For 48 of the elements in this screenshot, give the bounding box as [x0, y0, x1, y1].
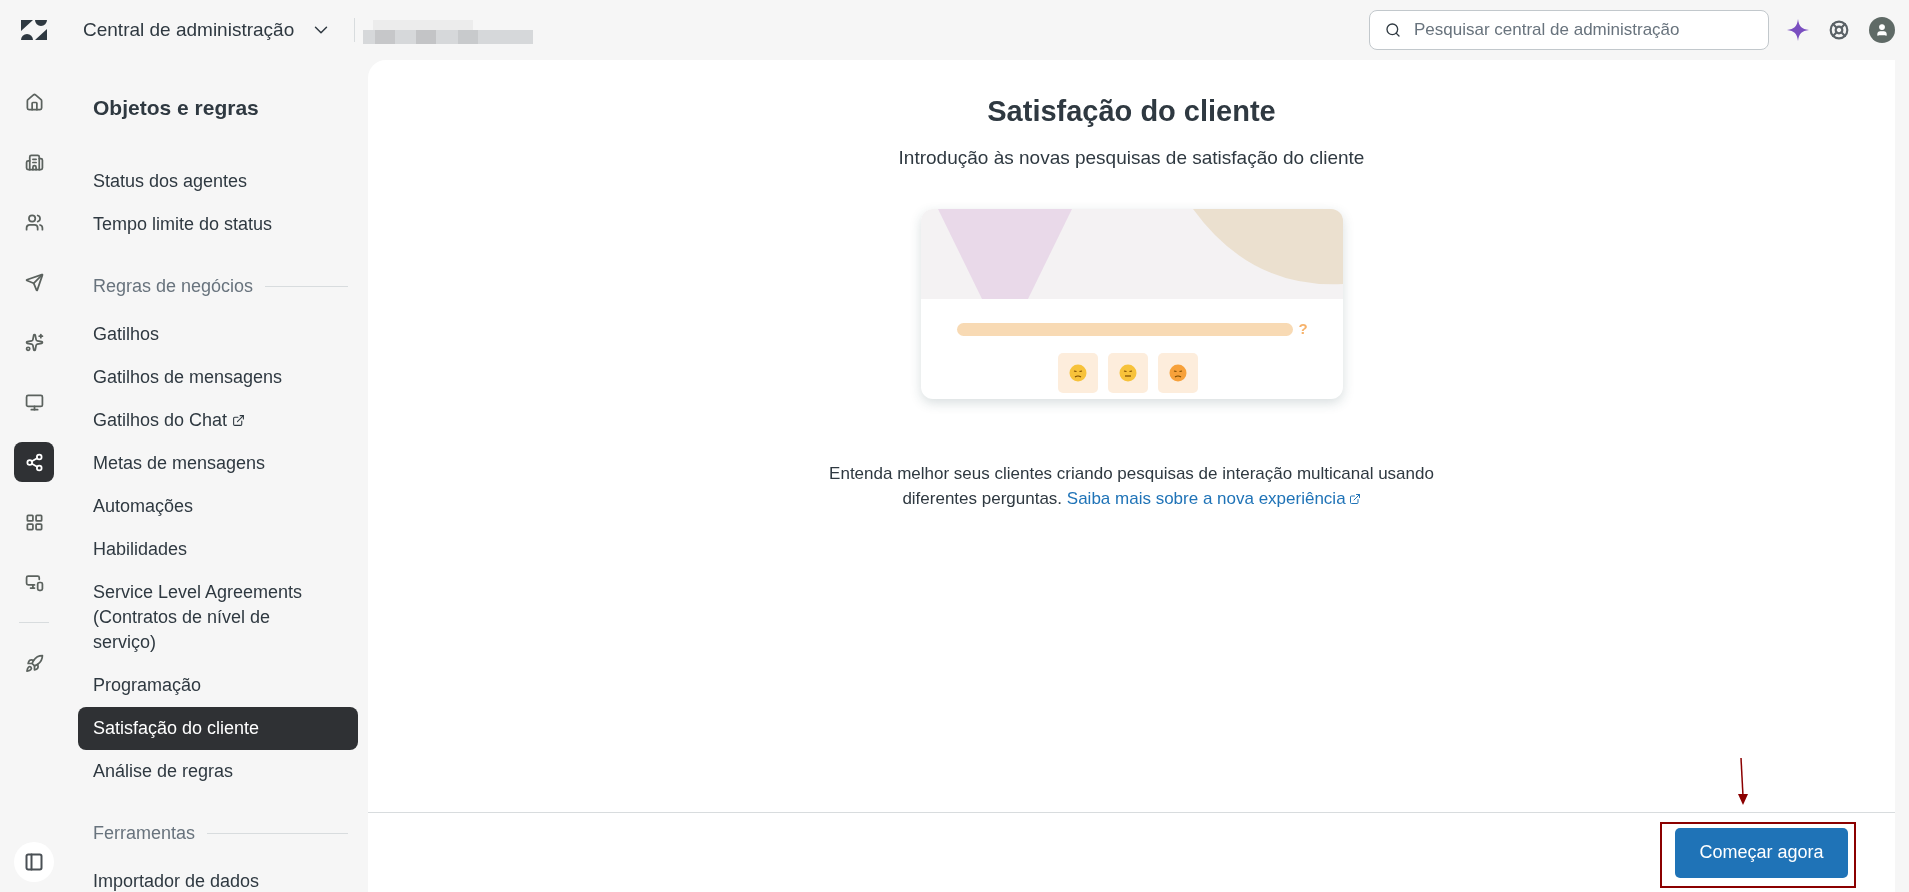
search-field[interactable]: Pesquisar central de administração	[1369, 10, 1769, 50]
send-icon	[24, 272, 44, 292]
apps-icon	[24, 512, 44, 532]
sparkle-icon	[24, 332, 44, 352]
learn-more-link[interactable]: Saiba mais sobre a nova experiência	[1066, 489, 1361, 508]
external-link-icon	[1348, 493, 1361, 505]
nav-item[interactable]: Service Level Agreements (Contratos de nível de serviço)	[78, 570, 358, 664]
unhappy-face-icon	[1168, 363, 1187, 382]
people-icon	[24, 212, 44, 232]
annotation-arrow	[1737, 757, 1749, 806]
nav-item[interactable]: Gatilhos do Chat	[78, 398, 358, 442]
help-icon[interactable]	[1829, 20, 1849, 40]
logo-icon[interactable]	[21, 20, 47, 40]
nav-item[interactable]: Gatilhos de mensagens	[78, 355, 358, 399]
nav-item[interactable]: Importador de dados	[78, 859, 358, 892]
external-link-icon	[232, 413, 246, 427]
nav-item[interactable]: Satisfação do cliente	[78, 706, 358, 750]
monitor-icon	[24, 392, 44, 412]
nav-item[interactable]: Status dos agentes	[78, 159, 358, 203]
building-icon	[24, 152, 44, 172]
page-subtitle: Introdução às novas pesquisas de satisfação do cliente	[898, 145, 1365, 170]
product-switcher[interactable]: Central de administração	[68, 15, 345, 45]
nav-item[interactable]: Metas de mensagens	[78, 441, 358, 485]
nodes-icon	[24, 452, 44, 472]
question-mark: ?	[1298, 319, 1308, 339]
home-icon	[24, 92, 44, 112]
devices-icon	[24, 572, 44, 592]
unhappy-face-icon	[1068, 363, 1087, 382]
nav-item[interactable]: Programação	[78, 663, 358, 707]
page-title: Satisfação do cliente	[987, 94, 1276, 129]
avatar-icon[interactable]	[1869, 17, 1895, 43]
rail-button[interactable]	[14, 442, 54, 482]
search-icon	[1385, 22, 1401, 38]
rocket-icon	[24, 653, 44, 673]
section-heading: Regras de negócios	[93, 274, 254, 298]
panel-toggle-button[interactable]	[14, 842, 54, 882]
start-button[interactable]: Começar agora	[1675, 827, 1848, 878]
nav-item[interactable]: Gatilhos	[78, 312, 358, 356]
sidebar-icon	[24, 852, 44, 872]
section-heading: Ferramentas	[93, 821, 196, 845]
nav-title: Objetos e regras	[92, 95, 260, 121]
nav-item[interactable]: Habilidades	[78, 527, 358, 571]
sparkle-icon[interactable]	[1787, 19, 1809, 41]
nav-item[interactable]: Automações	[78, 484, 358, 528]
description-text: Entenda melhor seus clientes criando pesquisas de interação multicanal usando diferentes perguntas. Saiba mais sobre a nova experiência	[828, 463, 1435, 510]
nav-item[interactable]: Análise de regras	[78, 749, 358, 793]
neutral-face-icon	[1118, 363, 1137, 382]
nav-item[interactable]: Tempo limite do status	[78, 202, 358, 246]
